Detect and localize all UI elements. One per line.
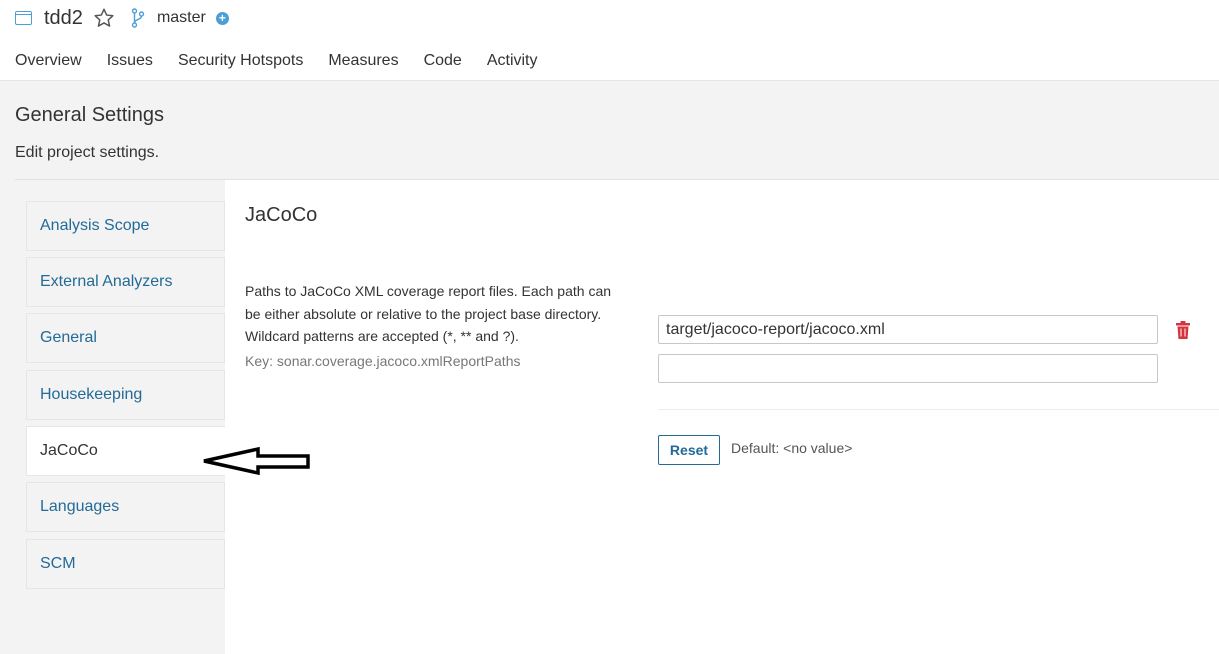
report-path-input[interactable] — [658, 315, 1158, 344]
project-name[interactable]: tdd2 — [44, 7, 83, 30]
reset-button[interactable]: Reset — [658, 435, 720, 465]
sidebar-item-general[interactable]: General — [26, 313, 225, 363]
setting-description: Paths to JaCoCo XML coverage report file… — [245, 283, 612, 344]
sidebar-item-external-analyzers[interactable]: External Analyzers — [26, 257, 225, 307]
branch-icon — [131, 8, 145, 28]
page-description: Edit project settings. — [15, 144, 160, 161]
nav-code[interactable]: Code — [424, 52, 462, 70]
section-title: JaCoCo — [245, 204, 318, 226]
project-title-row: tdd2 master + — [15, 5, 229, 31]
nav-security-hotspots[interactable]: Security Hotspots — [178, 52, 303, 70]
project-nav: Overview Issues Security Hotspots Measur… — [15, 52, 563, 70]
default-value-text: Default: <no value> — [731, 440, 853, 456]
sidebar-item-jacoco[interactable]: JaCoCo — [26, 426, 225, 476]
annotation-arrow-icon — [203, 446, 310, 476]
nav-measures[interactable]: Measures — [328, 52, 398, 70]
nav-activity[interactable]: Activity — [487, 52, 538, 70]
page-title: General Settings — [15, 104, 164, 126]
plus-circle-icon[interactable]: + — [215, 11, 229, 25]
nav-issues[interactable]: Issues — [107, 52, 153, 70]
star-icon[interactable] — [93, 7, 115, 29]
sidebar-item-housekeeping[interactable]: Housekeeping — [26, 370, 225, 420]
nav-overview[interactable]: Overview — [15, 52, 82, 70]
top-bar: tdd2 master + Overview Issues Security H… — [0, 0, 1219, 81]
sidebar-item-analysis-scope[interactable]: Analysis Scope — [26, 201, 225, 251]
trash-icon[interactable] — [1175, 320, 1191, 340]
project-icon — [15, 11, 32, 25]
branch-name[interactable]: master — [157, 9, 206, 27]
sidebar-item-languages[interactable]: Languages — [26, 482, 225, 532]
settings-separator — [658, 409, 1219, 410]
sidebar-item-scm[interactable]: SCM — [26, 539, 225, 589]
settings-panel — [225, 180, 1219, 654]
report-path-input-empty[interactable] — [658, 354, 1158, 383]
setting-key: Key: sonar.coverage.jacoco.xmlReportPath… — [245, 353, 521, 369]
